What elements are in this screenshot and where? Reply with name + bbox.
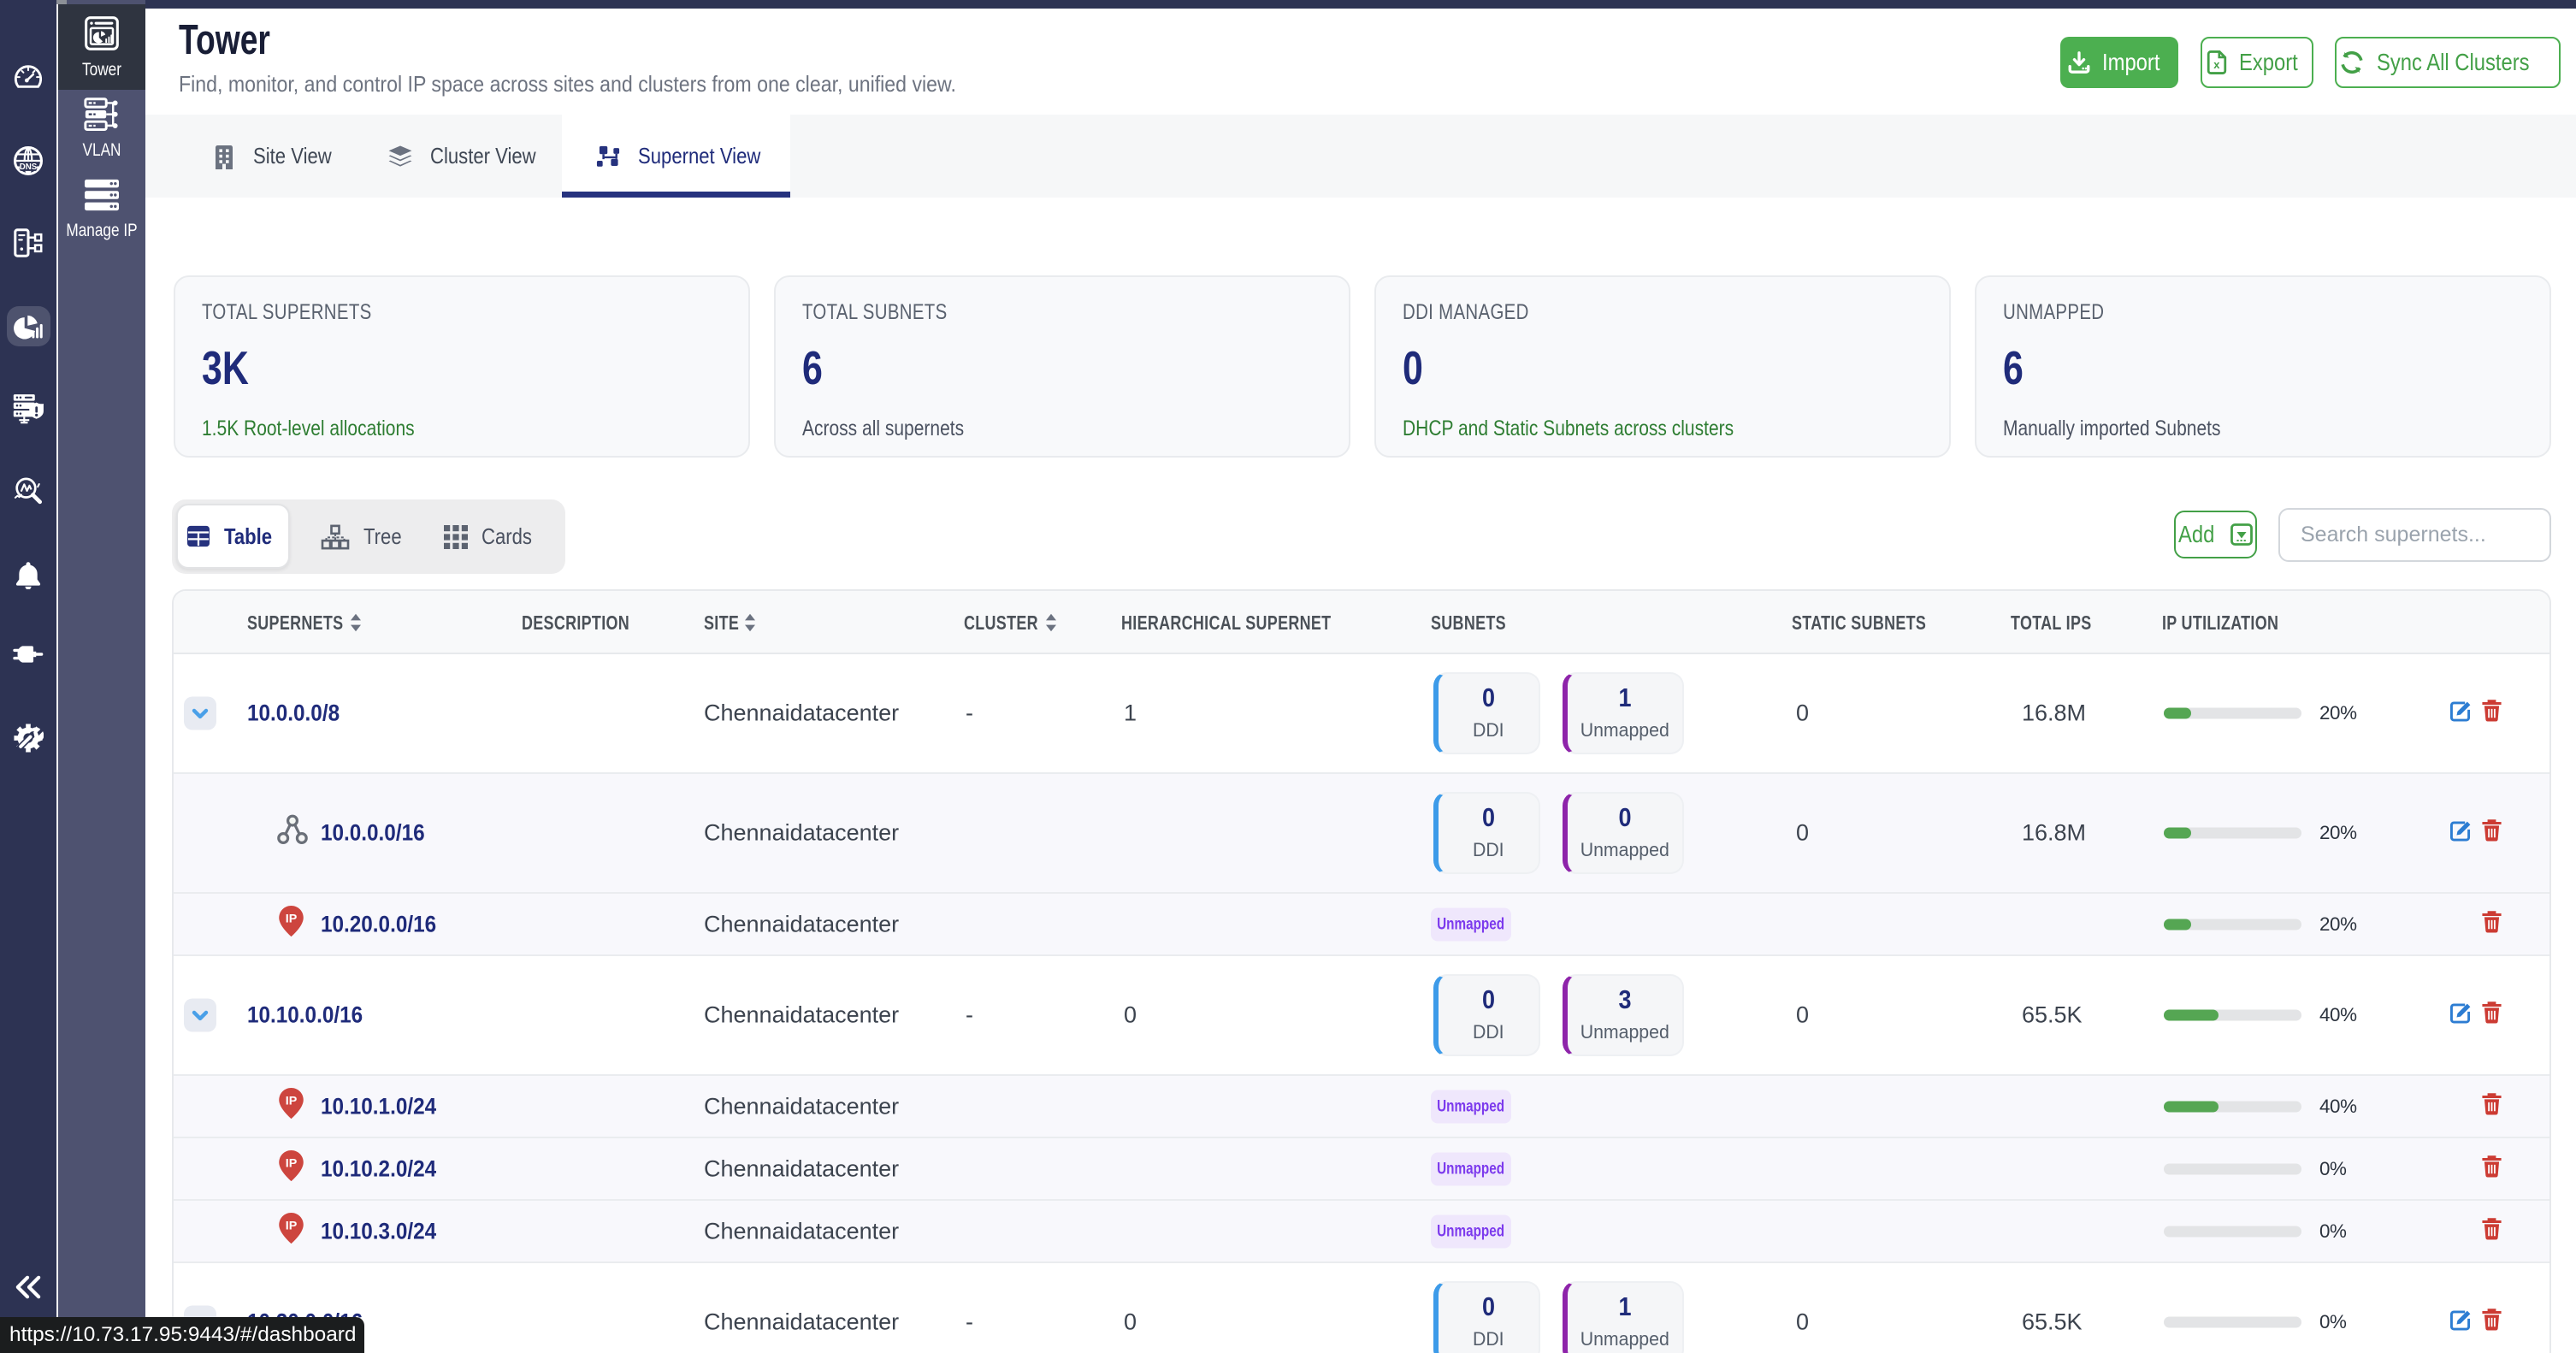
svg-text:DNS: DNS [20, 162, 38, 172]
svg-text:IP: IP [286, 1156, 298, 1170]
svg-text:IP: IP [286, 1094, 298, 1108]
svg-text:x: x [2213, 58, 2220, 71]
svg-text:IP: IP [286, 1219, 298, 1232]
svg-text:IP: IP [286, 912, 298, 925]
